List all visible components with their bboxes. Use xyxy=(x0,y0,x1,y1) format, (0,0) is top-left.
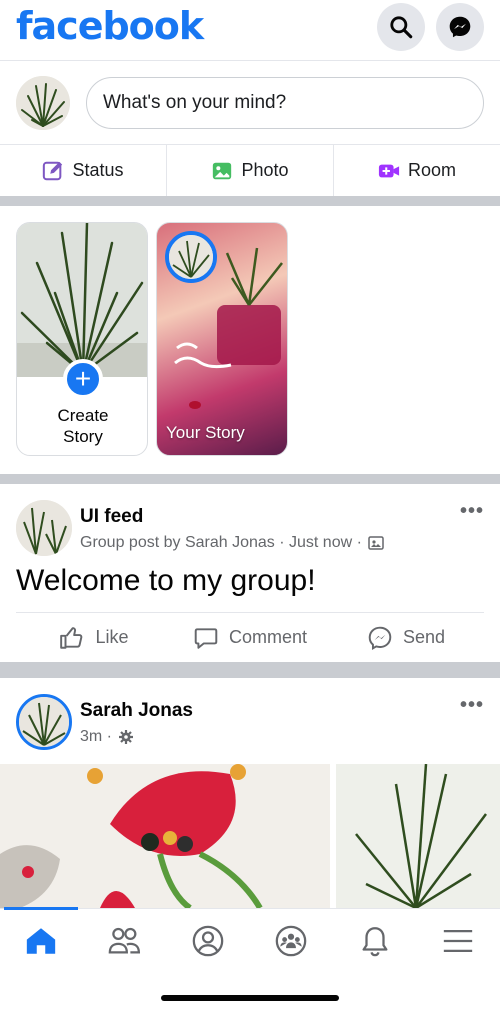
groups-icon xyxy=(275,925,307,957)
tab-friends[interactable] xyxy=(94,921,154,961)
edit-icon xyxy=(43,161,63,180)
user-avatar[interactable] xyxy=(16,76,70,130)
video-room-icon xyxy=(378,164,400,177)
stories-tray: + Create Story Your Story xyxy=(0,206,500,474)
tab-profile[interactable] xyxy=(178,921,238,961)
tab-home[interactable] xyxy=(11,921,71,961)
facebook-logo[interactable]: facebook xyxy=(16,4,204,48)
your-story-avatar-ring xyxy=(165,231,217,283)
section-separator xyxy=(0,662,500,678)
top-bar: facebook xyxy=(0,0,500,58)
post-meta: Group post by Sarah Jonas · Just now · xyxy=(80,534,384,552)
photo-button[interactable]: Photo xyxy=(167,145,334,196)
like-button[interactable]: Like xyxy=(16,613,172,662)
create-label-line1: Create xyxy=(57,406,109,425)
group-avatar[interactable] xyxy=(16,500,72,556)
comment-button[interactable]: Comment xyxy=(172,613,328,662)
send-button[interactable]: Send xyxy=(328,613,484,662)
active-tab-indicator xyxy=(4,907,78,910)
create-story-photo xyxy=(17,223,147,377)
comment-label: Comment xyxy=(228,627,308,647)
home-indicator-bar xyxy=(161,995,339,1001)
post-actions: Like Comment Send xyxy=(16,612,484,662)
search-icon xyxy=(390,16,413,39)
post-photos xyxy=(0,764,500,908)
send-label: Send xyxy=(402,627,446,647)
create-story-label: Create Story xyxy=(17,405,147,447)
author-name[interactable]: Sarah Jonas xyxy=(80,700,193,722)
room-label: Room xyxy=(407,160,456,180)
post-composer: What's on your mind? xyxy=(0,60,500,144)
group-post: UI feed Group post by Sarah Jonas · Just… xyxy=(0,484,500,662)
post-meta-text: Group post by Sarah Jonas · Just now · xyxy=(80,534,362,551)
hamburger-menu-icon xyxy=(443,929,473,953)
more-options-icon[interactable]: ••• xyxy=(460,500,484,523)
profile-icon xyxy=(192,925,224,957)
friends-icon xyxy=(108,927,141,954)
status-button[interactable]: Status xyxy=(0,145,167,196)
group-name[interactable]: UI feed xyxy=(80,506,143,528)
thumbs-up-icon xyxy=(60,626,83,649)
add-story-plus-icon[interactable]: + xyxy=(63,359,103,399)
user-post: Sarah Jonas 3m · ••• xyxy=(0,678,500,908)
post-photo-plant[interactable] xyxy=(336,764,500,908)
your-story-label: Your Story xyxy=(166,423,245,442)
bell-icon xyxy=(362,927,388,957)
create-story-card[interactable]: + Create Story xyxy=(16,222,148,456)
author-avatar[interactable] xyxy=(16,694,72,750)
photo-label: Photo xyxy=(241,160,289,180)
like-label: Like xyxy=(95,627,129,647)
search-button[interactable] xyxy=(377,3,425,51)
messenger-send-icon xyxy=(368,626,392,650)
messenger-button[interactable] xyxy=(436,3,484,51)
create-label-line2: Story xyxy=(63,427,103,446)
section-separator xyxy=(0,196,500,206)
room-button[interactable]: Room xyxy=(334,145,500,196)
tab-groups[interactable] xyxy=(261,921,321,961)
status-label: Status xyxy=(72,160,124,180)
your-story-card[interactable]: Your Story xyxy=(156,222,288,456)
tab-menu[interactable] xyxy=(428,921,488,961)
photo-icon xyxy=(213,162,232,179)
plant-avatar-image xyxy=(16,76,70,130)
home-icon xyxy=(26,928,56,954)
composer-actions: Status Photo Room xyxy=(0,144,500,196)
more-options-icon[interactable]: ••• xyxy=(460,694,484,717)
bottom-tab-bar xyxy=(0,907,500,1012)
post-time: 3m · xyxy=(80,728,112,745)
tab-notifications[interactable] xyxy=(345,921,405,961)
group-privacy-icon xyxy=(368,536,384,550)
post-meta: 3m · xyxy=(80,728,134,746)
messenger-icon xyxy=(449,16,471,38)
post-text: Welcome to my group! xyxy=(16,564,316,597)
whats-on-your-mind-input[interactable]: What's on your mind? xyxy=(86,77,484,129)
gear-icon xyxy=(119,730,133,744)
section-separator xyxy=(0,474,500,484)
comment-icon xyxy=(194,627,218,649)
post-photo-flower-art[interactable] xyxy=(0,764,330,908)
